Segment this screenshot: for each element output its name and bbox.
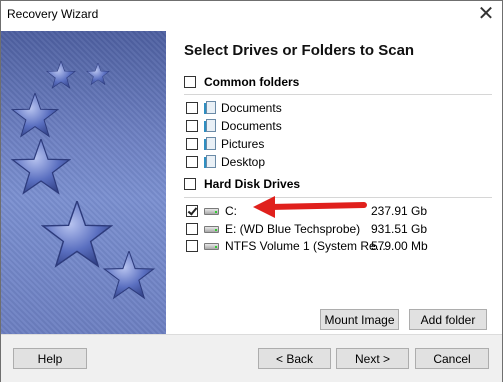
window-title: Recovery Wizard bbox=[7, 7, 99, 21]
star-icon bbox=[11, 93, 59, 137]
main-panel: Select Drives or Folders to Scan Common … bbox=[167, 31, 502, 334]
cancel-button[interactable]: Cancel bbox=[415, 348, 489, 369]
wizard-footer: Help < Back Next > Cancel bbox=[1, 334, 502, 382]
stars-illustration bbox=[11, 61, 155, 299]
title-bar: Recovery Wizard ✕ bbox=[1, 1, 502, 30]
star-icon bbox=[11, 139, 71, 194]
help-button[interactable]: Help bbox=[13, 348, 87, 369]
star-icon bbox=[103, 251, 155, 299]
star-icon bbox=[46, 61, 76, 89]
recovery-wizard-window: Recovery Wizard ✕ Select Drives or Folde… bbox=[0, 0, 503, 382]
add-folder-button[interactable]: Add folder bbox=[409, 309, 487, 330]
star-icon bbox=[86, 63, 110, 85]
star-icon bbox=[42, 201, 112, 267]
back-button[interactable]: < Back bbox=[258, 348, 331, 369]
next-button[interactable]: Next > bbox=[336, 348, 409, 369]
close-icon[interactable]: ✕ bbox=[474, 3, 498, 25]
mount-image-button[interactable]: Mount Image bbox=[320, 309, 399, 330]
sidebar-decoration bbox=[1, 31, 166, 334]
annotation-arrow-icon bbox=[253, 196, 367, 218]
